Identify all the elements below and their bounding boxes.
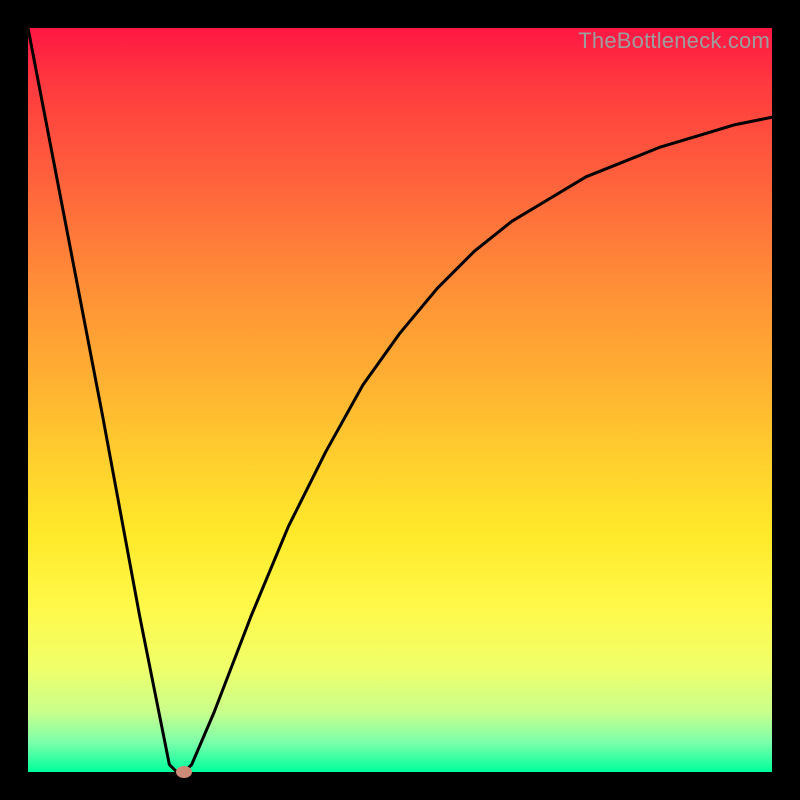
plot-area: TheBottleneck.com bbox=[28, 28, 772, 772]
curve-path bbox=[28, 28, 772, 772]
bottleneck-curve bbox=[28, 28, 772, 772]
chart-frame: TheBottleneck.com bbox=[0, 0, 800, 800]
minimum-marker-dot bbox=[176, 766, 192, 778]
